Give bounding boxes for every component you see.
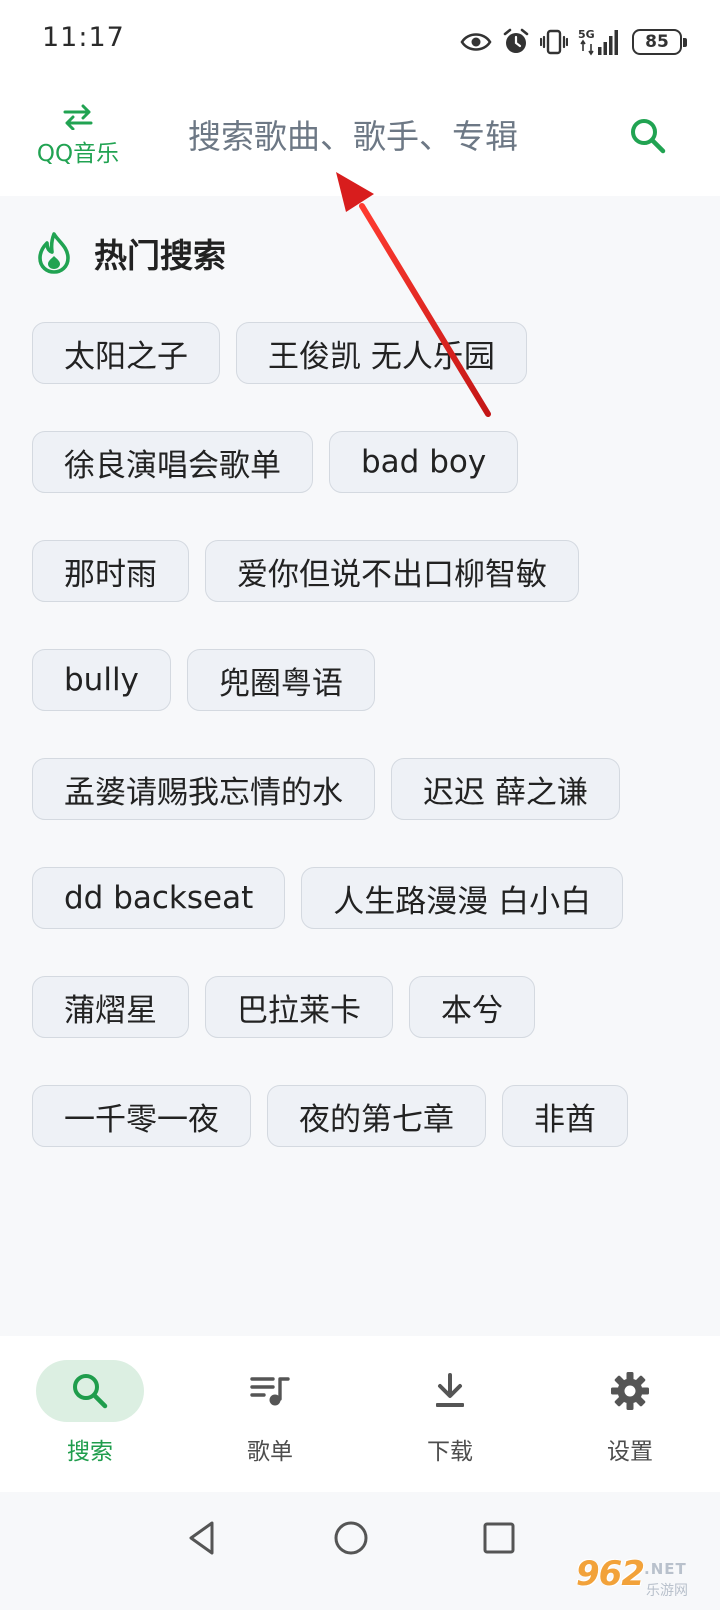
nav-item-download[interactable]: 下载 <box>360 1336 540 1492</box>
status-bar: 11:17 5G 85 <box>0 0 720 82</box>
watermark-site-name: 乐游网 <box>646 1583 688 1599</box>
hot-search-tag[interactable]: 徐良演唱会歌单 <box>32 431 313 493</box>
search-header: QQ音乐 <box>0 82 720 196</box>
hot-search-tag[interactable]: 蒲熠星 <box>32 976 189 1038</box>
hot-search-tag[interactable]: 非酋 <box>502 1085 628 1147</box>
watermark-number: 962 <box>576 1554 645 1594</box>
playlist-icon <box>250 1377 290 1406</box>
switch-source-button[interactable]: QQ音乐 <box>26 104 130 168</box>
alarm-icon <box>503 28 529 53</box>
nav-icon-holder <box>216 1360 324 1422</box>
hot-search-tag[interactable]: dd backseat <box>32 867 286 929</box>
swap-arrows-icon <box>63 104 93 130</box>
hot-search-tag[interactable]: 爱你但说不出口柳智敏 <box>205 540 579 602</box>
hot-search-tag[interactable]: 本兮 <box>409 976 535 1038</box>
hot-search-tag[interactable]: 那时雨 <box>32 540 189 602</box>
hot-search-tag[interactable]: 孟婆请赐我忘情的水 <box>32 758 375 820</box>
nav-label-download: 下载 <box>427 1439 473 1465</box>
nav-label-search: 搜索 <box>67 1439 113 1465</box>
recents-square-icon <box>483 1522 515 1554</box>
nav-item-settings[interactable]: 设置 <box>540 1336 720 1492</box>
system-home-button[interactable] <box>323 1510 379 1566</box>
battery-icon: 85 <box>632 29 687 55</box>
hot-search-heading: 热门搜索 <box>34 228 226 278</box>
home-circle-icon <box>334 1521 368 1555</box>
nav-item-playlist[interactable]: 歌单 <box>180 1336 360 1492</box>
hot-search-tag[interactable]: 太阳之子 <box>32 322 220 384</box>
download-icon <box>436 1373 464 1407</box>
bottom-nav: 搜索 歌单 下载 设置 <box>0 1336 720 1492</box>
status-time: 11:17 <box>42 22 125 53</box>
watermark-logo: 962 .NET 乐游网 <box>576 1554 716 1604</box>
battery-level: 85 <box>645 31 669 52</box>
back-triangle-icon <box>189 1521 214 1555</box>
fire-icon <box>38 232 70 274</box>
hot-search-tag[interactable]: bad boy <box>329 431 519 493</box>
nav-label-playlist: 歌单 <box>247 1439 293 1465</box>
hot-search-tag[interactable]: 夜的第七章 <box>267 1085 486 1147</box>
switch-source-label: QQ音乐 <box>36 141 120 167</box>
hot-search-tag[interactable]: 迟迟 薛之谦 <box>391 758 620 820</box>
watermark-domain: .NET <box>644 1560 687 1578</box>
nav-icon-holder <box>396 1360 504 1422</box>
hot-search-tags: 太阳之子 王俊凯 无人乐园 徐良演唱会歌单 bad boy 那时雨 爱你但说不出… <box>32 322 672 1147</box>
search-input[interactable] <box>168 106 608 166</box>
gear-icon <box>611 1372 649 1410</box>
search-icon <box>631 119 666 154</box>
hot-search-tag[interactable]: 人生路漫漫 白小白 <box>301 867 624 929</box>
eye-icon <box>460 33 492 51</box>
vibrate-icon <box>540 29 568 55</box>
network-label: 5G <box>578 28 595 41</box>
nav-active-indicator <box>36 1360 144 1422</box>
hot-search-tag[interactable]: 巴拉莱卡 <box>205 976 393 1038</box>
status-icons: 5G 85 <box>460 26 687 58</box>
hot-search-tag[interactable]: bully <box>32 649 171 711</box>
search-icon <box>73 1374 108 1409</box>
system-back-button[interactable] <box>174 1510 230 1566</box>
nav-icon-holder <box>576 1360 684 1422</box>
nav-label-settings: 设置 <box>607 1439 653 1465</box>
nav-item-search[interactable]: 搜索 <box>0 1336 180 1492</box>
hot-search-tag[interactable]: 王俊凯 无人乐园 <box>236 322 527 384</box>
system-nav-bar: 962 .NET 乐游网 <box>0 1492 720 1610</box>
system-recents-button[interactable] <box>471 1510 527 1566</box>
hot-search-title: 热门搜索 <box>94 236 226 275</box>
signal-icon: 5G <box>578 28 618 56</box>
hot-search-tag[interactable]: 一千零一夜 <box>32 1085 251 1147</box>
hot-search-tag[interactable]: 兜圈粤语 <box>186 649 375 711</box>
search-button[interactable] <box>626 114 670 158</box>
